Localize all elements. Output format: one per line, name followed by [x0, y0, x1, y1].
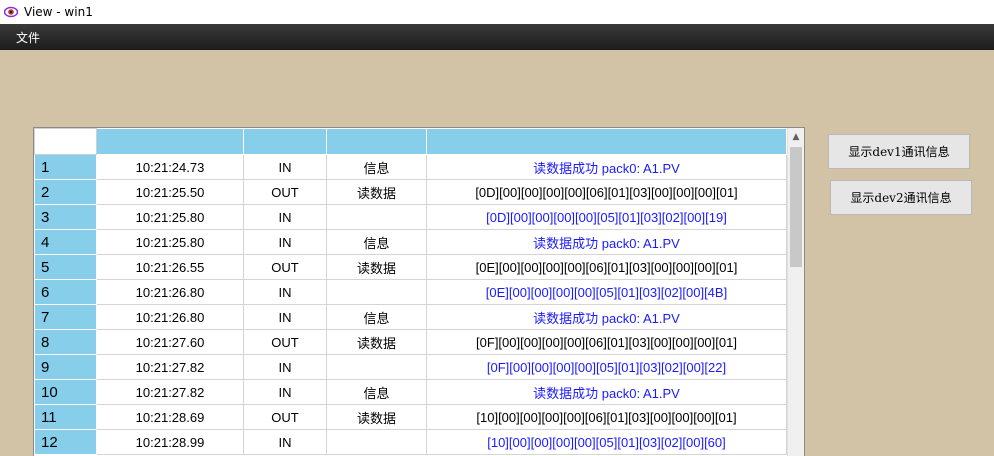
table-row[interactable]: 7 10:21:26.80 IN 信息 读数据成功 pack0: A1.PV: [34, 304, 787, 330]
cell-time[interactable]: 10:21:25.80: [96, 204, 244, 230]
row-number[interactable]: 11: [34, 404, 97, 430]
cell-time[interactable]: 10:21:27.82: [96, 354, 244, 380]
table-row[interactable]: 9 10:21:27.82 IN [0F][00][00][00][00][05][0…: [34, 354, 787, 380]
table-row[interactable]: 11 10:21:28.69 OUT 读数据 [10][00][00][00][00][…: [34, 404, 787, 430]
cell-type[interactable]: 信息: [326, 379, 427, 405]
row-number[interactable]: 6: [34, 279, 97, 305]
eye-icon: [4, 6, 18, 18]
header-type[interactable]: [326, 128, 427, 155]
cell-message[interactable]: 读数据成功 pack0: A1.PV: [426, 379, 787, 405]
row-number[interactable]: 10: [34, 379, 97, 405]
table-row[interactable]: 2 10:21:25.50 OUT 读数据 [0D][00][00][00][00][0…: [34, 179, 787, 205]
table-row[interactable]: 8 10:21:27.60 OUT 读数据 [0F][00][00][00][00][0…: [34, 329, 787, 355]
cell-type[interactable]: [326, 429, 427, 455]
cell-message[interactable]: [0F][00][00][00][00][06][01][03][00][00]…: [426, 329, 787, 355]
cell-type[interactable]: 读数据: [326, 254, 427, 280]
cell-message[interactable]: [0F][00][00][00][00][05][01][03][02][00]…: [426, 354, 787, 380]
header-time[interactable]: [96, 128, 244, 155]
cell-time[interactable]: 10:21:25.50: [96, 179, 244, 205]
cell-direction[interactable]: IN: [243, 429, 327, 455]
cell-time[interactable]: 10:21:28.69: [96, 404, 244, 430]
header-corner[interactable]: [34, 128, 97, 155]
cell-message[interactable]: 读数据成功 pack0: A1.PV: [426, 154, 787, 180]
cell-type[interactable]: 读数据: [326, 404, 427, 430]
cell-type[interactable]: [326, 279, 427, 305]
cell-time[interactable]: 10:21:26.55: [96, 254, 244, 280]
cell-direction[interactable]: IN: [243, 279, 327, 305]
cell-type[interactable]: [326, 354, 427, 380]
cell-message[interactable]: [0E][00][00][00][00][05][01][03][02][00]…: [426, 279, 787, 305]
table-row[interactable]: 10 10:21:27.82 IN 信息 读数据成功 pack0: A1.PV: [34, 379, 787, 405]
cell-message[interactable]: [0D][00][00][00][00][05][01][03][02][00]…: [426, 204, 787, 230]
cell-message[interactable]: 读数据成功 pack0: A1.PV: [426, 304, 787, 330]
table-row[interactable]: 3 10:21:25.80 IN [0D][00][00][00][00][05][0…: [34, 204, 787, 230]
row-number[interactable]: 1: [34, 154, 97, 180]
vertical-scrollbar[interactable]: ▲: [787, 128, 804, 456]
cell-direction[interactable]: IN: [243, 204, 327, 230]
table-header-row: [34, 128, 787, 155]
show-dev2-button[interactable]: 显示dev2通讯信息: [830, 180, 972, 215]
cell-message[interactable]: 读数据成功 pack0: A1.PV: [426, 229, 787, 255]
cell-direction[interactable]: IN: [243, 379, 327, 405]
row-number[interactable]: 9: [34, 354, 97, 380]
cell-direction[interactable]: OUT: [243, 404, 327, 430]
cell-message[interactable]: [10][00][00][00][00][06][01][03][00][00]…: [426, 404, 787, 430]
header-message[interactable]: [426, 128, 787, 155]
scroll-up-arrow-icon[interactable]: ▲: [788, 128, 804, 145]
table-row[interactable]: 12 10:21:28.99 IN [10][00][00][00][00][05][…: [34, 429, 787, 455]
menu-file[interactable]: 文件: [16, 29, 40, 46]
cell-direction[interactable]: IN: [243, 154, 327, 180]
comm-table: 1 10:21:24.73 IN 信息 读数据成功 pack0: A1.PV 2 10:21…: [34, 128, 787, 455]
table-row[interactable]: 5 10:21:26.55 OUT 读数据 [0E][00][00][00][00][0…: [34, 254, 787, 280]
cell-type[interactable]: 信息: [326, 154, 427, 180]
row-number[interactable]: 12: [34, 429, 97, 455]
cell-direction[interactable]: IN: [243, 304, 327, 330]
cell-type[interactable]: [326, 204, 427, 230]
header-direction[interactable]: [243, 128, 327, 155]
table-row[interactable]: 4 10:21:25.80 IN 信息 读数据成功 pack0: A1.PV: [34, 229, 787, 255]
cell-time[interactable]: 10:21:27.60: [96, 329, 244, 355]
show-dev1-button[interactable]: 显示dev1通讯信息: [828, 134, 970, 169]
row-number[interactable]: 8: [34, 329, 97, 355]
window-title: View - win1: [24, 5, 93, 19]
cell-time[interactable]: 10:21:27.82: [96, 379, 244, 405]
menu-bar: 文件: [0, 24, 994, 50]
table-row[interactable]: 1 10:21:24.73 IN 信息 读数据成功 pack0: A1.PV: [34, 154, 787, 180]
cell-type[interactable]: 读数据: [326, 179, 427, 205]
row-number[interactable]: 5: [34, 254, 97, 280]
row-number[interactable]: 3: [34, 204, 97, 230]
cell-direction[interactable]: IN: [243, 229, 327, 255]
cell-time[interactable]: 10:21:28.99: [96, 429, 244, 455]
scroll-thumb[interactable]: [790, 147, 802, 267]
cell-message[interactable]: [10][00][00][00][00][05][01][03][02][00]…: [426, 429, 787, 455]
cell-message[interactable]: [0D][00][00][00][00][06][01][03][00][00]…: [426, 179, 787, 205]
row-number[interactable]: 7: [34, 304, 97, 330]
cell-time[interactable]: 10:21:26.80: [96, 304, 244, 330]
cell-type[interactable]: 信息: [326, 229, 427, 255]
cell-direction[interactable]: OUT: [243, 179, 327, 205]
title-bar: View - win1: [0, 0, 994, 24]
data-grid[interactable]: 1 10:21:24.73 IN 信息 读数据成功 pack0: A1.PV 2 10:21…: [33, 127, 805, 456]
table-row[interactable]: 6 10:21:26.80 IN [0E][00][00][00][00][05][0…: [34, 279, 787, 305]
row-number[interactable]: 4: [34, 229, 97, 255]
cell-time[interactable]: 10:21:26.80: [96, 279, 244, 305]
cell-type[interactable]: 信息: [326, 304, 427, 330]
cell-direction[interactable]: IN: [243, 354, 327, 380]
cell-direction[interactable]: OUT: [243, 329, 327, 355]
cell-time[interactable]: 10:21:24.73: [96, 154, 244, 180]
row-number[interactable]: 2: [34, 179, 97, 205]
cell-type[interactable]: 读数据: [326, 329, 427, 355]
cell-time[interactable]: 10:21:25.80: [96, 229, 244, 255]
cell-direction[interactable]: OUT: [243, 254, 327, 280]
cell-message[interactable]: [0E][00][00][00][00][06][01][03][00][00]…: [426, 254, 787, 280]
